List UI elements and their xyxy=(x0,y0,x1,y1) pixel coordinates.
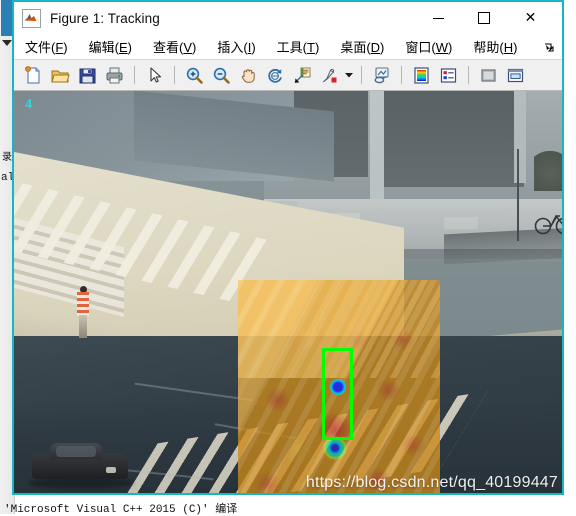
menu-file[interactable]: 文件(F) xyxy=(23,36,70,57)
figure-window: Figure 1: Tracking ✕ 文件(F) 编辑(E) 查看(V) 插… xyxy=(12,0,564,495)
building-window-right xyxy=(384,91,524,187)
menu-view[interactable]: 查看(V) xyxy=(151,36,198,57)
matlab-logo-icon xyxy=(22,8,41,28)
print-figure-icon[interactable] xyxy=(101,62,127,88)
menu-edit[interactable]: 编辑(E) xyxy=(87,36,134,57)
hedge-plant xyxy=(534,151,562,191)
toolbar-separator xyxy=(361,66,362,84)
toolbar-separator xyxy=(401,66,402,84)
toolbar xyxy=(14,60,562,91)
figure-canvas[interactable]: 4 https://blog.csdn.net/qq_40199447 xyxy=(14,91,562,493)
car-window xyxy=(56,446,96,457)
menu-desktop[interactable]: 桌面(D) xyxy=(338,36,386,57)
pointer-select-icon[interactable] xyxy=(141,62,167,88)
title-bar[interactable]: Figure 1: Tracking ✕ xyxy=(14,2,562,34)
parked-car xyxy=(28,443,134,489)
menu-tools[interactable]: 工具(T) xyxy=(275,36,322,57)
minimize-button[interactable] xyxy=(416,2,461,34)
video-frame: 4 https://blog.csdn.net/qq_40199447 xyxy=(14,91,562,493)
pan-hand-icon[interactable] xyxy=(235,62,261,88)
zoom-in-icon[interactable] xyxy=(181,62,207,88)
show-plot-tools-icon[interactable] xyxy=(502,62,528,88)
menu-insert[interactable]: 插入(I) xyxy=(215,36,257,57)
pedestrian-body xyxy=(77,292,89,316)
wall-panel-3 xyxy=(444,217,478,229)
hide-plot-tools-icon[interactable] xyxy=(475,62,501,88)
pedestrian xyxy=(76,286,90,338)
brush-data-icon[interactable] xyxy=(316,62,342,88)
legend-icon[interactable] xyxy=(435,62,461,88)
toolbar-separator xyxy=(468,66,469,84)
bicycle-icon xyxy=(534,209,562,235)
frame-number-label: 4 xyxy=(25,97,32,112)
building-column-2 xyxy=(514,91,526,183)
save-figure-icon[interactable] xyxy=(74,62,100,88)
rotate-3d-icon[interactable] xyxy=(262,62,288,88)
close-icon: ✕ xyxy=(524,10,537,26)
toolbar-separator xyxy=(174,66,175,84)
pedestrian-legs xyxy=(79,315,87,338)
new-figure-icon[interactable] xyxy=(20,62,46,88)
response-peak-marker xyxy=(330,379,346,395)
menu-bar: 文件(F) 编辑(E) 查看(V) 插入(I) 工具(T) 桌面(D) 窗口(W… xyxy=(14,34,562,60)
menu-window[interactable]: 窗口(W) xyxy=(403,36,454,57)
minimize-icon xyxy=(433,17,444,19)
colorbar-icon[interactable] xyxy=(408,62,434,88)
lamp-pole xyxy=(517,149,519,241)
open-file-icon[interactable] xyxy=(47,62,73,88)
building-column-1 xyxy=(370,91,384,201)
link-plot-icon[interactable] xyxy=(368,62,394,88)
maximize-button[interactable] xyxy=(461,2,506,34)
watermark-text: https://blog.csdn.net/qq_40199447 xyxy=(305,474,558,491)
data-cursor-icon[interactable] xyxy=(289,62,315,88)
zoom-out-icon[interactable] xyxy=(208,62,234,88)
menu-help[interactable]: 帮助(H) xyxy=(471,36,519,57)
background-scroll-arrow-icon[interactable] xyxy=(2,40,12,46)
car-headlight xyxy=(106,467,116,473)
maximize-icon xyxy=(477,12,490,24)
toolbar-separator xyxy=(134,66,135,84)
window-title: Figure 1: Tracking xyxy=(50,10,160,26)
brush-dropdown-arrow-icon[interactable] xyxy=(343,62,355,88)
close-button[interactable]: ✕ xyxy=(508,2,553,34)
background-text-1: 录 xyxy=(2,153,12,164)
dock-arrow-icon[interactable] xyxy=(543,40,555,52)
